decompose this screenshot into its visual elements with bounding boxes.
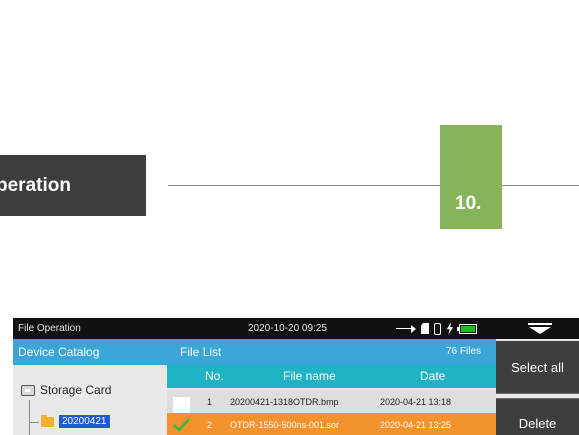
device-screen: File Operation 2020-10-20 09:25 Device C… bbox=[13, 318, 579, 435]
row-file-name: 20200421-1318OTDR.bmp bbox=[230, 397, 339, 407]
chapter-number-box: 10. bbox=[440, 125, 502, 229]
tree-connector bbox=[29, 400, 30, 435]
tree-item-label: Storage Card bbox=[40, 383, 112, 397]
row-date: 2020-04-21 13:18 bbox=[380, 397, 452, 407]
row-number: 2 bbox=[207, 420, 213, 430]
chapter-number: 10. bbox=[455, 193, 482, 214]
tree-item-folder[interactable]: 20200421 bbox=[41, 414, 110, 428]
header-rule-right bbox=[502, 185, 579, 186]
header-rule-left bbox=[168, 185, 440, 186]
usb-icon bbox=[396, 324, 416, 333]
checkmark-icon[interactable] bbox=[173, 417, 190, 432]
battery-icon bbox=[457, 323, 477, 334]
file-list-title: File List bbox=[180, 345, 222, 359]
row-date: 2020-04-21 13:25 bbox=[380, 420, 452, 430]
column-header-no[interactable]: No. bbox=[205, 369, 224, 383]
section-title-tab: peration bbox=[0, 155, 146, 216]
status-bar: File Operation 2020-10-20 09:25 bbox=[13, 318, 579, 339]
file-list-header: File List 76 Files bbox=[167, 339, 496, 365]
table-row[interactable]: 1 20200421-1318OTDR.bmp 2020-04-21 13:18 bbox=[167, 390, 496, 414]
tree-item-storage-card[interactable]: Storage Card bbox=[21, 383, 111, 397]
device-catalog-header: Device Catalog bbox=[13, 339, 167, 365]
drive-icon bbox=[21, 384, 35, 396]
section-title: peration bbox=[0, 174, 71, 196]
screen-title: File Operation bbox=[18, 323, 81, 334]
table-row-selected[interactable]: 2 OTDR-1550-500ns-001.sor 2020-04-21 13:… bbox=[167, 413, 496, 435]
folder-icon bbox=[41, 414, 54, 427]
folder-label: 20200421 bbox=[59, 415, 110, 428]
column-header-date[interactable]: Date bbox=[420, 369, 445, 383]
device-catalog-tree: Storage Card 20200421 bbox=[13, 365, 167, 435]
file-table-header: No. File name Date bbox=[167, 365, 496, 388]
probe-icon bbox=[434, 322, 441, 335]
status-icons bbox=[396, 322, 477, 335]
column-header-file-name[interactable]: File name bbox=[283, 369, 336, 383]
dropdown-icon[interactable] bbox=[528, 323, 552, 335]
sd-card-icon bbox=[421, 323, 429, 334]
select-all-button[interactable]: Select all bbox=[496, 341, 579, 394]
status-datetime: 2020-10-20 09:25 bbox=[248, 323, 327, 334]
charging-icon bbox=[446, 322, 454, 335]
tree-connector-branch bbox=[29, 422, 39, 423]
file-count: 76 Files bbox=[445, 346, 481, 357]
row-file-name: OTDR-1550-500ns-001.sor bbox=[230, 420, 340, 430]
row-checkbox[interactable] bbox=[173, 397, 190, 414]
delete-button[interactable]: Delete bbox=[496, 398, 579, 435]
row-number: 1 bbox=[207, 397, 213, 407]
